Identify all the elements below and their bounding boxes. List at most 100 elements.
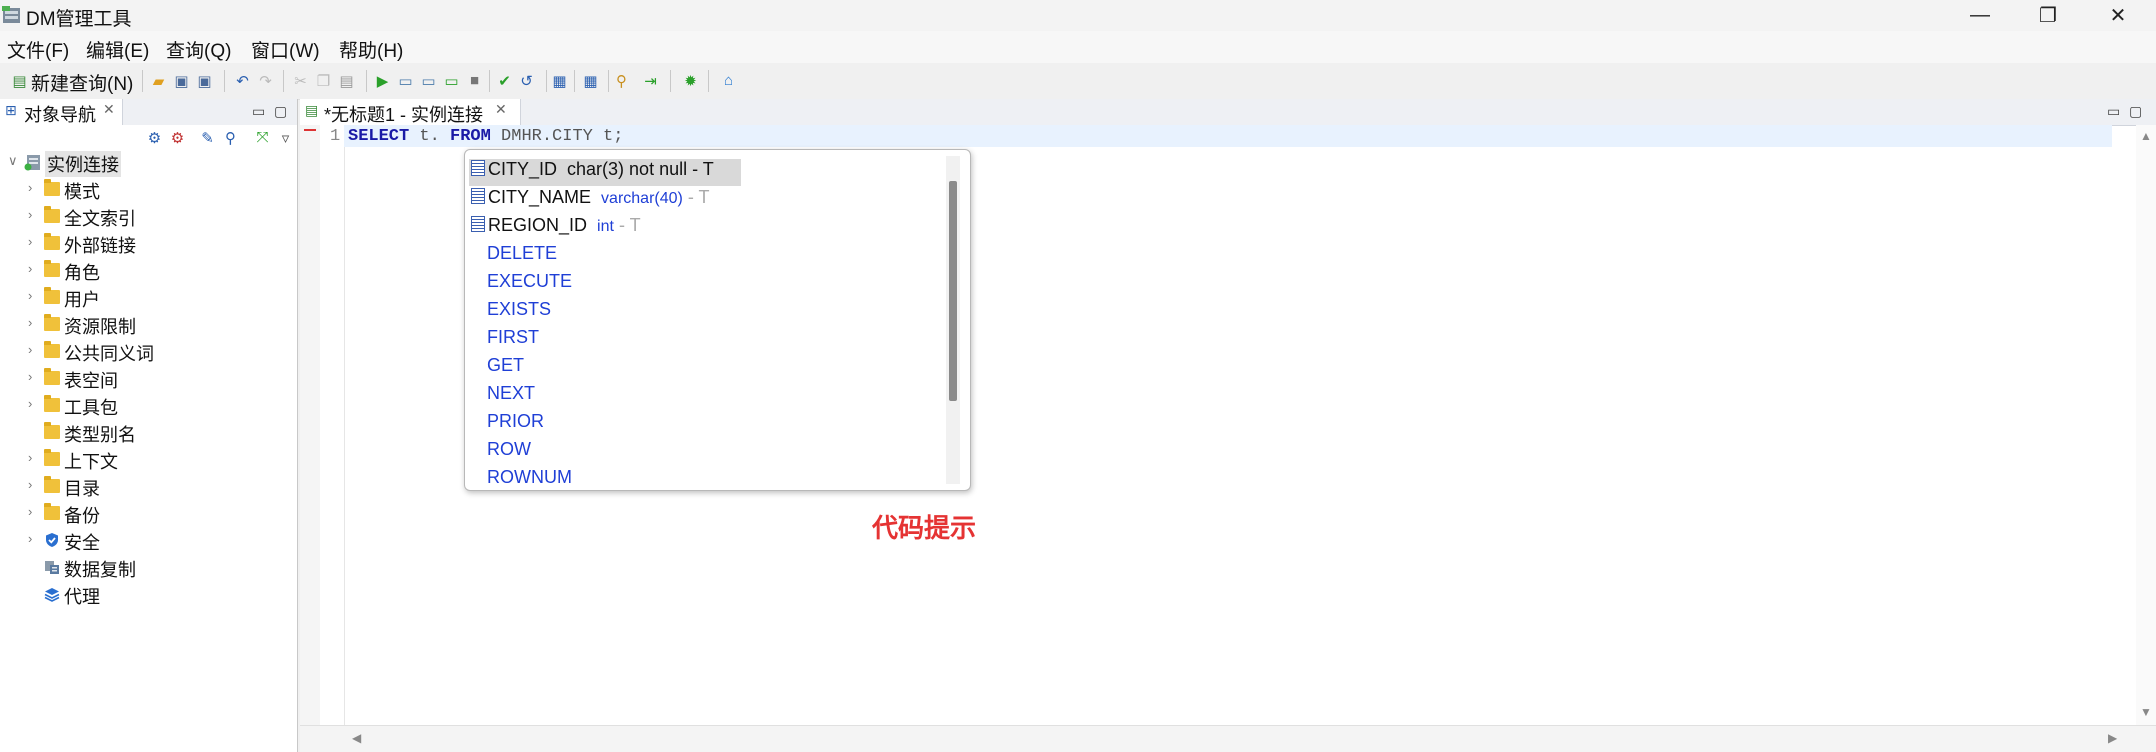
calendar-icon[interactable]: ▦ xyxy=(582,72,599,90)
tree-item-replication[interactable]: 数据复制 xyxy=(0,554,297,581)
run-script-icon[interactable]: ▭ xyxy=(420,72,437,90)
tree-item-label: 外部链接 xyxy=(64,236,136,256)
tree-item-backup[interactable]: › 备份 xyxy=(0,500,297,527)
tree-item-tablespace[interactable]: › 表空间 xyxy=(0,365,297,392)
completion-keyword[interactable]: NEXT xyxy=(487,383,535,410)
expand-all-icon[interactable]: ⤧ xyxy=(254,129,271,146)
redo-icon[interactable]: ↷ xyxy=(257,72,274,90)
expand-icon[interactable]: › xyxy=(28,369,32,384)
home-icon[interactable]: ⌂ xyxy=(720,72,737,89)
completion-keyword[interactable]: EXISTS xyxy=(487,299,551,326)
stop-icon[interactable]: ■ xyxy=(466,72,483,89)
popup-scroll-thumb[interactable] xyxy=(949,181,957,401)
edit-icon[interactable]: ✎ xyxy=(199,129,216,147)
save-all-icon[interactable]: ▣ xyxy=(196,72,213,90)
menu-window[interactable]: 窗口(W) xyxy=(251,36,320,63)
expand-icon[interactable]: › xyxy=(28,531,32,546)
expand-icon[interactable]: › xyxy=(28,477,32,492)
tree-item-type-alias[interactable]: 类型别名 xyxy=(0,419,297,446)
save-icon[interactable]: ▣ xyxy=(173,72,190,90)
menu-help[interactable]: 帮助(H) xyxy=(339,36,403,63)
search-icon[interactable]: ⚲ xyxy=(222,129,239,147)
connect-icon[interactable]: ⚙ xyxy=(146,129,163,147)
completion-item[interactable]: REGION_ID int - T xyxy=(469,215,641,242)
tree-item-context[interactable]: › 上下文 xyxy=(0,446,297,473)
cut-icon[interactable]: ✂ xyxy=(292,72,309,90)
tree-item-resource-limit[interactable]: › 资源限制 xyxy=(0,311,297,338)
expand-icon[interactable]: › xyxy=(28,288,32,303)
menu-edit[interactable]: 编辑(E) xyxy=(86,36,149,63)
run-selected-icon[interactable]: ▭ xyxy=(397,72,414,90)
rollback-icon[interactable]: ↺ xyxy=(518,72,535,90)
tree-item-proxy[interactable]: 代理 xyxy=(0,581,297,608)
expand-icon[interactable]: › xyxy=(28,234,32,249)
close-button[interactable]: ✕ xyxy=(2086,0,2150,31)
tree-item-security[interactable]: › 安全 xyxy=(0,527,297,554)
debug-step-icon[interactable]: ⇥ xyxy=(642,72,659,90)
commit-icon[interactable]: ✔ xyxy=(496,72,513,90)
completion-item[interactable]: CITY_ID char(3) not null - T xyxy=(469,159,741,186)
close-tab-icon[interactable]: ✕ xyxy=(103,101,115,118)
tree-item-schema[interactable]: › 模式 xyxy=(0,176,297,203)
completion-keyword[interactable]: ROWNUM xyxy=(487,467,572,490)
paste-icon[interactable]: ▤ xyxy=(338,72,355,90)
completion-keyword[interactable]: DELETE xyxy=(487,243,557,270)
completion-keyword[interactable]: FIRST xyxy=(487,327,539,354)
tab-object-navigator[interactable]: ⊞ 对象导航 ✕ xyxy=(0,99,123,125)
database-connection-icon xyxy=(24,155,40,171)
popup-scrollbar[interactable] xyxy=(946,156,960,484)
search-object-icon[interactable]: ⚲ xyxy=(613,72,630,90)
scroll-left-icon[interactable]: ◀ xyxy=(352,731,361,745)
horizontal-scrollbar[interactable]: ◀ ▶ xyxy=(300,725,2156,752)
completion-keyword[interactable]: EXECUTE xyxy=(487,271,572,298)
completion-keyword[interactable]: GET xyxy=(487,355,524,382)
minimize-view-icon[interactable]: ▭ xyxy=(252,103,265,120)
expand-icon[interactable]: › xyxy=(28,504,32,519)
tree-item-public-synonym[interactable]: › 公共同义词 xyxy=(0,338,297,365)
tree-item-directory[interactable]: › 目录 xyxy=(0,473,297,500)
undo-icon[interactable]: ↶ xyxy=(234,72,251,90)
copy-icon[interactable]: ❐ xyxy=(315,72,332,90)
close-tab-icon[interactable]: ✕ xyxy=(495,101,507,118)
view-menu-icon[interactable]: ▿ xyxy=(277,129,294,147)
tree-item-label: 表空间 xyxy=(64,371,118,391)
vertical-scrollbar[interactable]: ▲ ▼ xyxy=(2136,125,2156,725)
menu-query[interactable]: 查询(Q) xyxy=(166,36,231,63)
completion-keyword[interactable]: PRIOR xyxy=(487,411,544,438)
expand-icon[interactable]: › xyxy=(28,207,32,222)
sql-code-line[interactable]: SELECT t. FROM DMHR.CITY t; xyxy=(348,127,623,146)
expand-icon[interactable]: › xyxy=(28,261,32,276)
expand-icon[interactable]: › xyxy=(28,396,32,411)
debug-icon[interactable]: ✹ xyxy=(682,72,699,90)
tree-item-user[interactable]: › 用户 xyxy=(0,284,297,311)
new-query-icon[interactable]: ▤ xyxy=(11,72,28,90)
completion-keyword[interactable]: ROW xyxy=(487,439,531,466)
minimize-button[interactable]: — xyxy=(1948,0,2012,31)
tab-untitled-query[interactable]: ▤ *无标题1 - 实例连接 ✕ xyxy=(300,99,521,125)
maximize-view-icon[interactable]: ▢ xyxy=(274,103,287,120)
maximize-view-icon[interactable]: ▢ xyxy=(2129,103,2142,120)
scroll-right-icon[interactable]: ▶ xyxy=(2108,731,2117,745)
open-icon[interactable]: ▰ xyxy=(150,72,167,90)
run-file-icon[interactable]: ▭ xyxy=(443,72,460,90)
tree-item-external-link[interactable]: › 外部链接 xyxy=(0,230,297,257)
tree-root[interactable]: ∨ 实例连接 xyxy=(0,149,297,177)
explain-icon[interactable]: ▦ xyxy=(551,72,568,90)
completion-item[interactable]: CITY_NAME varchar(40) - T xyxy=(469,187,710,214)
tree-item-fulltext-index[interactable]: › 全文索引 xyxy=(0,203,297,230)
maximize-button[interactable]: ❐ xyxy=(2016,0,2080,31)
scroll-up-icon[interactable]: ▲ xyxy=(2140,129,2152,143)
tree-item-role[interactable]: › 角色 xyxy=(0,257,297,284)
menu-file[interactable]: 文件(F) xyxy=(7,36,69,63)
disconnect-icon[interactable]: ⚙ xyxy=(169,129,186,147)
expand-icon[interactable]: › xyxy=(28,342,32,357)
scroll-down-icon[interactable]: ▼ xyxy=(2140,705,2152,719)
run-icon[interactable]: ▶ xyxy=(374,72,391,90)
new-query-button[interactable]: 新建查询(N) xyxy=(31,69,133,96)
minimize-view-icon[interactable]: ▭ xyxy=(2107,103,2120,120)
expand-icon[interactable]: › xyxy=(28,450,32,465)
expand-icon[interactable]: › xyxy=(28,315,32,330)
collapse-icon[interactable]: ∨ xyxy=(8,153,18,169)
tree-item-package[interactable]: › 工具包 xyxy=(0,392,297,419)
expand-icon[interactable]: › xyxy=(28,180,32,195)
